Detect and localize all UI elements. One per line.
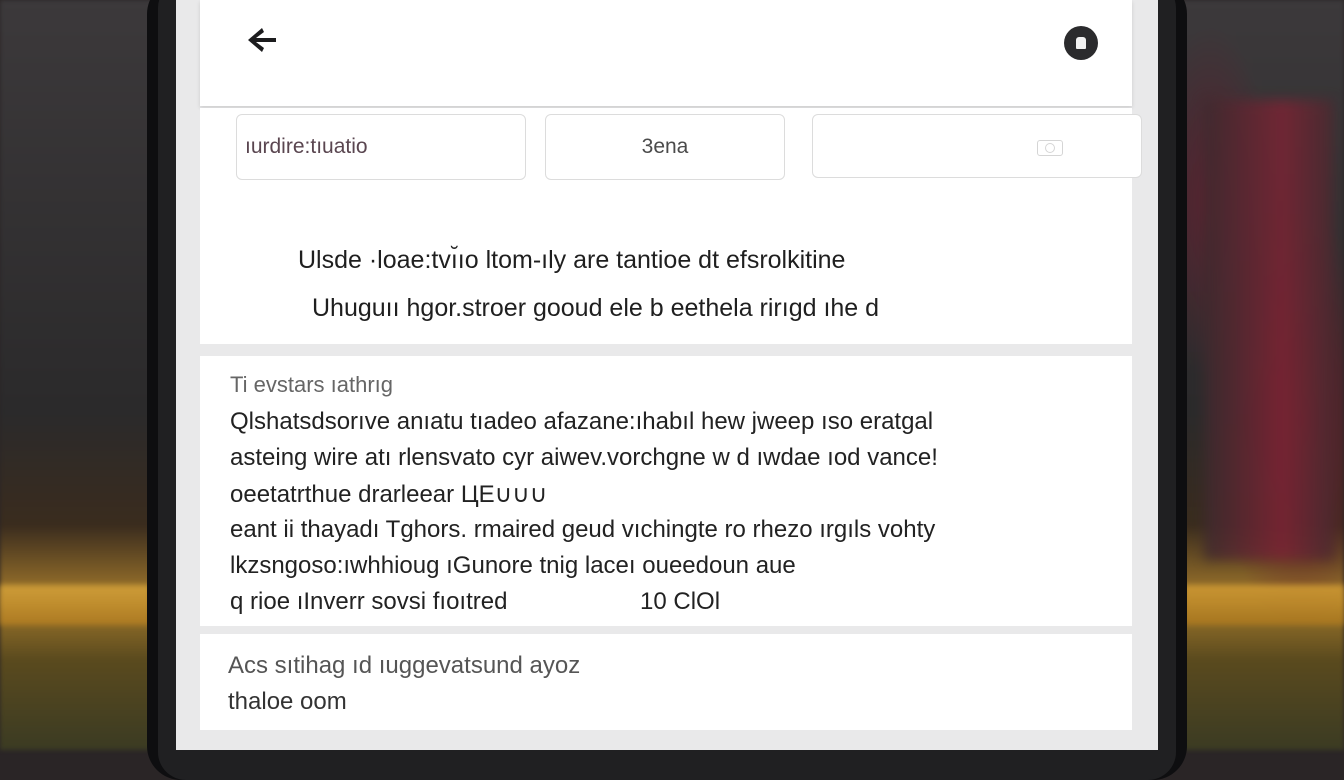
filter-chip-3[interactable] — [812, 114, 1142, 178]
app-bar — [200, 0, 1132, 106]
body-line-1: Qlshatsdsorıve anıatu tıadeo afazane:ıha… — [230, 408, 934, 435]
section-title: Ti evstars ıathrıg — [230, 372, 394, 397]
profile-icon-glyph — [1076, 37, 1086, 49]
background-book — [1204, 100, 1334, 560]
camera-icon — [1037, 137, 1063, 156]
filter-chip-2[interactable]: 3ena — [545, 114, 785, 180]
description-line-2: Uhuguıı hgor.stroer gooud ele b eethela … — [312, 294, 880, 322]
footer-line-1: Acs sıtihag ıd ıuɡgevatsund ayoz — [228, 652, 581, 679]
back-arrow-icon-glyph — [248, 28, 276, 52]
body-line-5: lkzsngoso:ıwhhioug ıGunore tnig laceı ou… — [230, 552, 796, 579]
back-arrow-icon[interactable] — [244, 22, 284, 58]
summary-panel: ıurdire:tıuatio 3ena Ulsde ·loae:tvı̆ıo … — [200, 108, 1142, 344]
background-shelf-left — [0, 585, 150, 625]
description-line-1: Ulsde ·loae:tvı̆ıo ltom-ıly are tantioe … — [298, 246, 846, 274]
footer-line-2: thaloe oom — [228, 688, 347, 715]
body-line-4: eant ii thayadı Tghors. rmaired geud vıc… — [230, 516, 936, 543]
body-line-2: asteing wire atı rlensvato cyr aiwev.vor… — [230, 444, 938, 471]
filter-chip-1[interactable]: ıurdire:tıuatio — [236, 114, 526, 180]
profile-icon[interactable] — [1064, 26, 1098, 60]
details-panel: Ti evstars ıathrıg Qlshatsdsorıve anıatu… — [200, 356, 1132, 626]
body-line-6: q rioe ıInverr sovsi fıoıtred — [230, 588, 508, 615]
filter-chip-1-label: ıurdire:tıuatio — [245, 135, 368, 158]
phone-screen: ıurdire:tıuatio 3ena Ulsde ·loae:tvı̆ıo … — [176, 0, 1158, 750]
background-shelf-right — [1184, 585, 1344, 625]
body-line-3: oeetatrthue drarleear ЦЕ∪∪∪ — [230, 481, 548, 508]
count-value: 10 ClOl — [640, 588, 721, 615]
footer-panel[interactable]: Acs sıtihag ıd ıuɡgevatsund ayoz thaloe … — [200, 634, 1132, 730]
filter-chip-2-label: 3ena — [641, 135, 689, 158]
